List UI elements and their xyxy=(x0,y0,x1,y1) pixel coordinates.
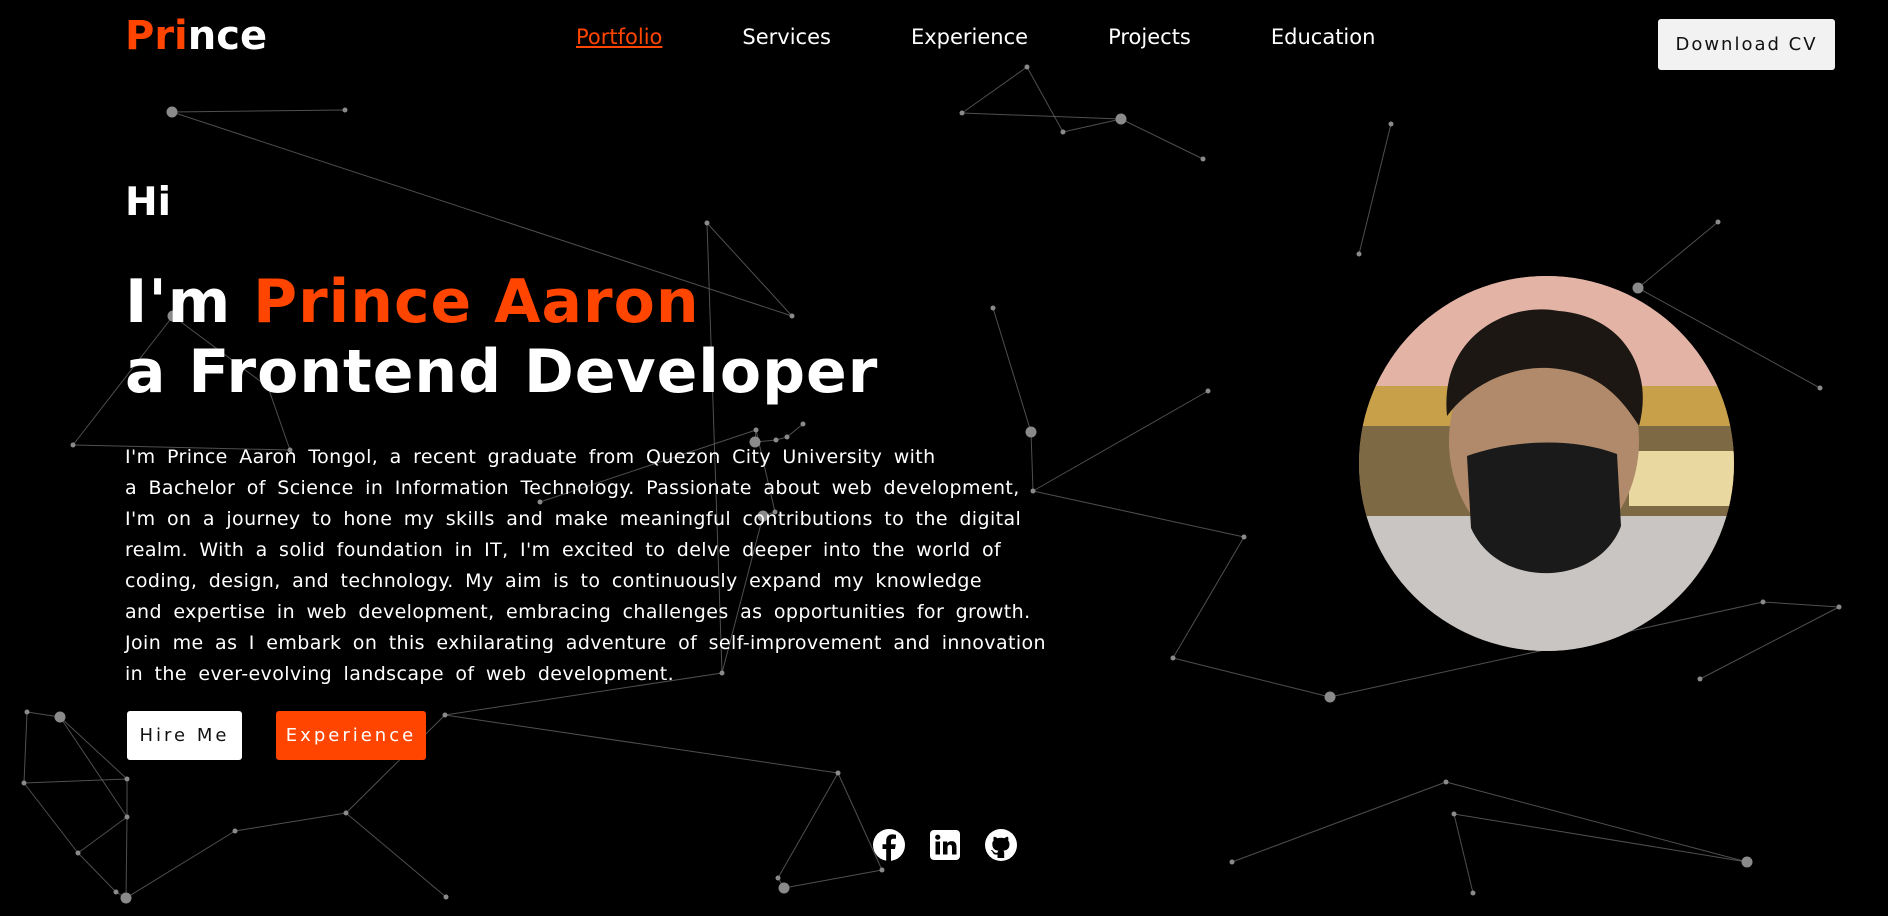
bio-paragraph: I'm Prince Aaron Tongol, a recent gradua… xyxy=(125,446,1046,685)
nav-item-services[interactable]: Services xyxy=(742,22,831,52)
hero-name: Prince Aaron xyxy=(253,267,700,337)
nav-item-portfolio[interactable]: Portfolio xyxy=(576,22,662,52)
social-links xyxy=(872,828,1018,862)
nav-item-education[interactable]: Education xyxy=(1271,22,1376,52)
download-cv-button[interactable]: Download CV xyxy=(1658,19,1835,70)
nav-item-projects[interactable]: Projects xyxy=(1108,22,1191,52)
site-logo[interactable]: Prince xyxy=(125,10,267,62)
nav-item-experience[interactable]: Experience xyxy=(911,22,1028,52)
hire-me-button[interactable]: Hire Me xyxy=(127,711,242,760)
linkedin-icon[interactable] xyxy=(928,828,962,862)
main-nav: Portfolio Services Experience Projects E… xyxy=(576,22,1375,52)
experience-button[interactable]: Experience xyxy=(276,711,426,760)
hero-heading: I'm Prince Aaron a Frontend Developer xyxy=(125,267,879,407)
profile-photo xyxy=(1359,276,1734,651)
facebook-icon[interactable] xyxy=(872,828,906,862)
hero-role: a Frontend Developer xyxy=(125,337,879,407)
github-icon[interactable] xyxy=(984,828,1018,862)
greeting: Hi xyxy=(125,180,172,225)
